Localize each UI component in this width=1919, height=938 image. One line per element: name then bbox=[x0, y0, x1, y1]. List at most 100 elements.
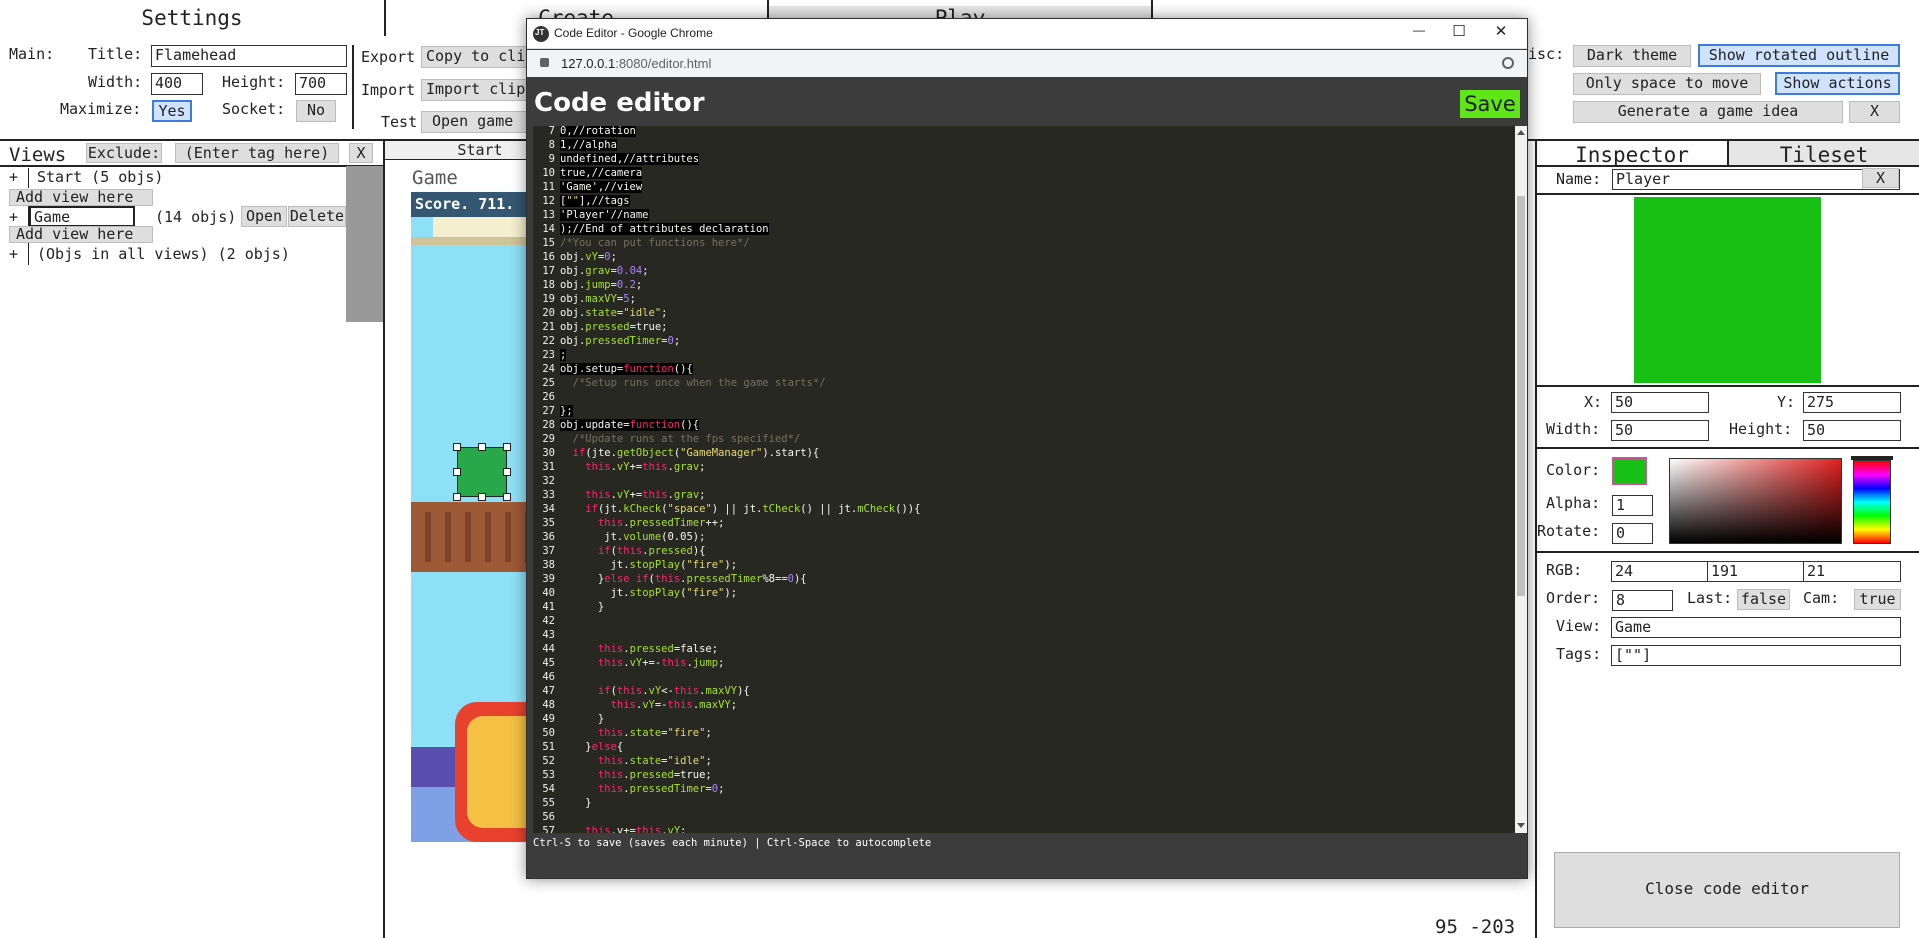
code-line[interactable]: 24 obj.setup=function(){ bbox=[533, 362, 1515, 376]
width-input[interactable]: 50 bbox=[1611, 420, 1709, 441]
minimize-icon[interactable]: — bbox=[1401, 23, 1437, 37]
editor-scrollbar[interactable] bbox=[1515, 126, 1527, 833]
tab-tileset[interactable]: Tileset bbox=[1729, 141, 1919, 167]
clear-tag-button[interactable]: X bbox=[349, 143, 373, 163]
hue-slider-thumb[interactable] bbox=[1851, 456, 1893, 460]
red-input[interactable]: 24 bbox=[1611, 561, 1709, 582]
code-line[interactable]: 45 this.vY+=-this.jump; bbox=[533, 656, 1515, 670]
resize-handle[interactable] bbox=[503, 443, 511, 451]
open-view-button[interactable]: Open bbox=[241, 206, 287, 227]
code-line[interactable]: 28 obj.update=function(){ bbox=[533, 418, 1515, 432]
resize-handle[interactable] bbox=[478, 443, 486, 451]
add-view-button[interactable]: Add view here bbox=[9, 189, 153, 206]
code-line[interactable]: 56 bbox=[533, 810, 1515, 824]
view-input[interactable]: Game bbox=[1611, 617, 1901, 638]
code-line[interactable]: 55 } bbox=[533, 796, 1515, 810]
code-line[interactable]: 34 if(jt.kCheck("space") || jt.tCheck() … bbox=[533, 502, 1515, 516]
code-line[interactable]: 12 [""],//tags bbox=[533, 194, 1515, 208]
code-line[interactable]: 14);//End of attributes declaration bbox=[533, 222, 1515, 236]
last-toggle[interactable]: false bbox=[1737, 589, 1790, 610]
code-line[interactable]: 19 obj.maxVY=5; bbox=[533, 292, 1515, 306]
show-rotated-outline-toggle[interactable]: Show rotated outline bbox=[1698, 44, 1900, 67]
zoom-icon[interactable] bbox=[1502, 57, 1514, 69]
code-line[interactable]: 35 this.pressedTimer++; bbox=[533, 516, 1515, 530]
code-line[interactable]: 52 this.state="idle"; bbox=[533, 754, 1515, 768]
resize-handle[interactable] bbox=[478, 493, 486, 501]
code-line[interactable]: 36 jt.volume(0.05); bbox=[533, 530, 1515, 544]
socket-toggle[interactable]: No bbox=[296, 100, 336, 122]
resize-handle[interactable] bbox=[453, 443, 461, 451]
tag-filter-input[interactable]: (Enter tag here) bbox=[175, 143, 339, 163]
color-swatch[interactable] bbox=[1612, 457, 1647, 485]
code-line[interactable]: 7 0,//rotation bbox=[533, 126, 1515, 138]
code-area[interactable]: 7 0,//rotation 8 1,//alpha 9 undefined,//attr… bbox=[533, 126, 1515, 833]
code-line[interactable]: 30 if(jte.getObject("GameManager").start… bbox=[533, 446, 1515, 460]
show-actions-toggle[interactable]: Show actions bbox=[1775, 72, 1900, 95]
code-line[interactable]: 26 bbox=[533, 390, 1515, 404]
order-input[interactable]: 8 bbox=[1612, 590, 1673, 611]
tab-settings[interactable]: Settings bbox=[0, 6, 384, 30]
delete-view-button[interactable]: Delete bbox=[288, 206, 346, 227]
only-space-to-move-button[interactable]: Only space to move bbox=[1573, 73, 1761, 95]
expand-icon[interactable]: + bbox=[9, 208, 18, 226]
hue-slider[interactable] bbox=[1853, 460, 1891, 544]
close-code-editor-button[interactable]: Close code editor bbox=[1554, 852, 1900, 928]
height-input[interactable]: 700 bbox=[295, 73, 347, 95]
scroll-down-icon[interactable] bbox=[1517, 823, 1525, 828]
y-input[interactable]: 275 bbox=[1803, 392, 1901, 413]
code-line[interactable]: 43 bbox=[533, 628, 1515, 642]
code-line[interactable]: 51 }else{ bbox=[533, 740, 1515, 754]
views-scrollbar[interactable] bbox=[346, 166, 384, 322]
code-line[interactable]: 40 jt.stopPlay("fire"); bbox=[533, 586, 1515, 600]
code-line[interactable]: 17 obj.grav=0.04; bbox=[533, 264, 1515, 278]
code-line[interactable]: 9 undefined,//attributes bbox=[533, 152, 1515, 166]
view-name-input[interactable]: Game bbox=[29, 206, 135, 227]
code-line[interactable]: 53 this.pressed=true; bbox=[533, 768, 1515, 782]
window-titlebar[interactable]: JT Code Editor - Google Chrome — ☐ ✕ bbox=[527, 19, 1527, 49]
close-icon[interactable]: ✕ bbox=[1483, 22, 1519, 40]
code-line[interactable]: 44 this.pressed=false; bbox=[533, 642, 1515, 656]
scroll-up-icon[interactable] bbox=[1517, 130, 1525, 135]
code-line[interactable]: 23; bbox=[533, 348, 1515, 362]
code-line[interactable]: 13 'Player'//name bbox=[533, 208, 1515, 222]
code-line[interactable]: 38 jt.stopPlay("fire"); bbox=[533, 558, 1515, 572]
view-row-game[interactable]: + Game (14 objs) Open Delete bbox=[0, 206, 346, 228]
cam-toggle[interactable]: true bbox=[1854, 589, 1901, 610]
code-line[interactable]: 15 /*You can put functions here*/ bbox=[533, 236, 1515, 250]
title-input[interactable]: Flamehead bbox=[151, 45, 347, 67]
code-line[interactable]: 22 obj.pressedTimer=0; bbox=[533, 334, 1515, 348]
dark-theme-button[interactable]: Dark theme bbox=[1573, 45, 1691, 67]
code-line[interactable]: 11 'Game',//view bbox=[533, 180, 1515, 194]
expand-icon[interactable]: + bbox=[9, 168, 18, 186]
code-line[interactable]: 25 /*Setup runs once when the game start… bbox=[533, 376, 1515, 390]
maximize-toggle[interactable]: Yes bbox=[152, 100, 192, 122]
height-input[interactable]: 50 bbox=[1803, 420, 1901, 441]
code-line[interactable]: 18 obj.jump=0.2; bbox=[533, 278, 1515, 292]
code-line[interactable]: 49 } bbox=[533, 712, 1515, 726]
add-view-button[interactable]: Add view here bbox=[9, 226, 153, 243]
import-clip-button[interactable]: Import clip bbox=[421, 79, 541, 101]
code-line[interactable]: 42 bbox=[533, 614, 1515, 628]
address-bar[interactable]: 127.0.0.1:8080/editor.html bbox=[527, 50, 1527, 77]
code-line[interactable]: 47 if(this.vY<-this.maxVY){ bbox=[533, 684, 1515, 698]
code-line[interactable]: 39 }else if(this.pressedTimer%8==0){ bbox=[533, 572, 1515, 586]
code-line[interactable]: 33 this.vY+=this.grav; bbox=[533, 488, 1515, 502]
code-line[interactable]: 54 this.pressedTimer=0; bbox=[533, 782, 1515, 796]
exclude-button[interactable]: Exclude: bbox=[86, 143, 162, 163]
code-line[interactable]: 48 this.vY=-this.maxVY; bbox=[533, 698, 1515, 712]
object-name-input[interactable]: Player bbox=[1612, 169, 1900, 190]
code-line[interactable]: 10 true,//camera bbox=[533, 166, 1515, 180]
code-line[interactable]: 27}; bbox=[533, 404, 1515, 418]
player-object[interactable] bbox=[457, 447, 507, 497]
x-input[interactable]: 50 bbox=[1611, 392, 1709, 413]
resize-handle[interactable] bbox=[503, 493, 511, 501]
code-line[interactable]: 20 obj.state="idle"; bbox=[533, 306, 1515, 320]
resize-handle[interactable] bbox=[453, 493, 461, 501]
resize-handle[interactable] bbox=[453, 468, 461, 476]
green-input[interactable]: 191 bbox=[1707, 561, 1805, 582]
alpha-input[interactable]: 1 bbox=[1612, 495, 1653, 516]
maximize-icon[interactable]: ☐ bbox=[1441, 22, 1477, 40]
tab-inspector[interactable]: Inspector bbox=[1537, 141, 1729, 167]
code-line[interactable]: 57 this.y+=this.vY; bbox=[533, 824, 1515, 833]
clear-name-button[interactable]: X bbox=[1862, 168, 1899, 188]
